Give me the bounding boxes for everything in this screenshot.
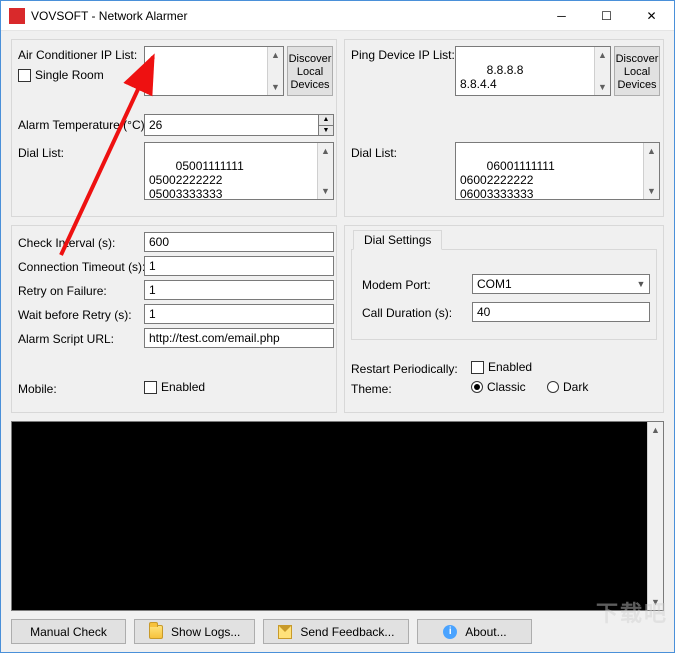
script-url-input[interactable] xyxy=(144,328,334,348)
settings-panel: Check Interval (s): Connection Timeout (… xyxy=(11,225,337,413)
ac-panel: Air Conditioner IP List: Single Room ▲ ▼… xyxy=(11,39,337,217)
scroll-down-icon[interactable]: ▼ xyxy=(648,594,663,610)
spin-up-icon[interactable]: ▲ xyxy=(319,115,333,126)
titlebar: VOVSOFT - Network Alarmer ─ ☐ ✕ xyxy=(1,1,674,31)
wait-input[interactable] xyxy=(144,304,334,324)
ping-ip-label: Ping Device IP List: xyxy=(351,48,455,62)
spinner-buttons[interactable]: ▲▼ xyxy=(318,114,334,136)
send-feedback-button[interactable]: Send Feedback... xyxy=(263,619,409,644)
minimize-button[interactable]: ─ xyxy=(539,1,584,30)
window-title: VOVSOFT - Network Alarmer xyxy=(31,9,539,23)
alarm-temp-label: Alarm Temperature (°C): xyxy=(18,118,148,132)
retry-label: Retry on Failure: xyxy=(18,284,107,298)
modem-port-select[interactable]: COM1 ▼ xyxy=(472,274,650,294)
radio-dot-icon xyxy=(471,381,483,393)
theme-dark-radio[interactable]: Dark xyxy=(547,380,588,394)
ac-ip-input[interactable]: ▲ ▼ xyxy=(144,46,284,96)
app-window: VOVSOFT - Network Alarmer ─ ☐ ✕ Air Cond… xyxy=(0,0,675,653)
ping-panel: Ping Device IP List: 8.8.8.8 8.8.4.4 ▲ ▼… xyxy=(344,39,664,217)
scroll-down-icon[interactable]: ▼ xyxy=(268,79,283,95)
client-area: Air Conditioner IP List: Single Room ▲ ▼… xyxy=(1,31,674,652)
alarm-temp-input[interactable] xyxy=(144,114,318,136)
conn-timeout-input[interactable] xyxy=(144,256,334,276)
mail-icon xyxy=(278,625,292,639)
theme-classic-radio[interactable]: Classic xyxy=(471,380,526,394)
dial-list-label-left: Dial List: xyxy=(18,146,64,160)
scroll-down-icon[interactable]: ▼ xyxy=(595,79,610,95)
wait-label: Wait before Retry (s): xyxy=(18,308,132,322)
dial-settings-page: Modem Port: COM1 ▼ Call Duration (s): xyxy=(351,249,657,340)
chevron-down-icon: ▼ xyxy=(633,279,649,289)
scrollbar[interactable]: ▲ ▼ xyxy=(643,143,659,199)
call-duration-label: Call Duration (s): xyxy=(362,306,452,320)
scroll-up-icon[interactable]: ▲ xyxy=(648,422,663,438)
dial-list-left-text: 05001111111 05002222222 05003333333 xyxy=(149,159,244,200)
checkbox-box-icon xyxy=(144,381,157,394)
conn-timeout-label: Connection Timeout (s): xyxy=(18,260,145,274)
button-bar: Manual Check Show Logs... Send Feedback.… xyxy=(11,619,664,644)
single-room-checkbox[interactable]: Single Room xyxy=(18,68,104,82)
check-interval-input[interactable] xyxy=(144,232,334,252)
scroll-up-icon[interactable]: ▲ xyxy=(595,47,610,63)
close-button[interactable]: ✕ xyxy=(629,1,674,30)
script-url-label: Alarm Script URL: xyxy=(18,332,114,346)
scrollbar[interactable]: ▲ ▼ xyxy=(267,47,283,95)
single-room-label: Single Room xyxy=(35,68,104,82)
info-icon: i xyxy=(443,625,457,639)
restart-enabled-label: Enabled xyxy=(488,360,532,374)
call-duration-input[interactable] xyxy=(472,302,650,322)
mobile-enabled-checkbox[interactable]: Enabled xyxy=(144,380,205,394)
scroll-up-icon[interactable]: ▲ xyxy=(268,47,283,63)
radio-dot-icon xyxy=(547,381,559,393)
theme-label: Theme: xyxy=(351,382,392,396)
checkbox-box-icon xyxy=(18,69,31,82)
dial-list-left[interactable]: 05001111111 05002222222 05003333333 ▲ ▼ xyxy=(144,142,334,200)
maximize-button[interactable]: ☐ xyxy=(584,1,629,30)
ac-ip-label: Air Conditioner IP List: xyxy=(18,48,137,62)
dial-settings-tabset: Dial Settings Modem Port: COM1 ▼ Call Du… xyxy=(351,230,657,340)
theme-classic-label: Classic xyxy=(487,380,526,394)
scrollbar[interactable]: ▲ ▼ xyxy=(594,47,610,95)
theme-radio-group: Classic Dark xyxy=(471,380,606,396)
dial-list-label-right: Dial List: xyxy=(351,146,397,160)
ping-ip-input[interactable]: 8.8.8.8 8.8.4.4 ▲ ▼ xyxy=(455,46,611,96)
theme-dark-label: Dark xyxy=(563,380,588,394)
dial-list-right[interactable]: 06001111111 06002222222 06003333333 ▲ ▼ xyxy=(455,142,660,200)
dial-list-right-text: 06001111111 06002222222 06003333333 xyxy=(460,159,555,200)
discover-devices-button-right[interactable]: Discover Local Devices xyxy=(614,46,660,96)
app-logo-icon xyxy=(9,8,25,24)
dial-theme-panel: Dial Settings Modem Port: COM1 ▼ Call Du… xyxy=(344,225,664,413)
alarm-temp-spinner[interactable]: ▲▼ xyxy=(144,114,334,136)
scroll-down-icon[interactable]: ▼ xyxy=(318,183,333,199)
modem-port-label: Modem Port: xyxy=(362,278,431,292)
checkbox-box-icon xyxy=(471,361,484,374)
mobile-label: Mobile: xyxy=(18,382,57,396)
log-output[interactable]: ▲ ▼ xyxy=(11,421,664,611)
spin-down-icon[interactable]: ▼ xyxy=(319,126,333,136)
retry-input[interactable] xyxy=(144,280,334,300)
tab-dial-settings[interactable]: Dial Settings xyxy=(353,230,442,250)
restart-enabled-checkbox[interactable]: Enabled xyxy=(471,360,532,374)
show-logs-button[interactable]: Show Logs... xyxy=(134,619,255,644)
scrollbar[interactable]: ▲ ▼ xyxy=(647,422,663,610)
about-button[interactable]: iAbout... xyxy=(417,619,532,644)
scroll-down-icon[interactable]: ▼ xyxy=(644,183,659,199)
modem-port-value: COM1 xyxy=(473,275,633,293)
folder-icon xyxy=(149,625,163,639)
discover-devices-button-left[interactable]: Discover Local Devices xyxy=(287,46,333,96)
mobile-enabled-label: Enabled xyxy=(161,380,205,394)
scroll-up-icon[interactable]: ▲ xyxy=(644,143,659,159)
scroll-up-icon[interactable]: ▲ xyxy=(318,143,333,159)
manual-check-button[interactable]: Manual Check xyxy=(11,619,126,644)
scrollbar[interactable]: ▲ ▼ xyxy=(317,143,333,199)
check-interval-label: Check Interval (s): xyxy=(18,236,115,250)
ping-ip-text: 8.8.8.8 8.8.4.4 xyxy=(460,63,523,91)
restart-label: Restart Periodically: xyxy=(351,362,458,376)
